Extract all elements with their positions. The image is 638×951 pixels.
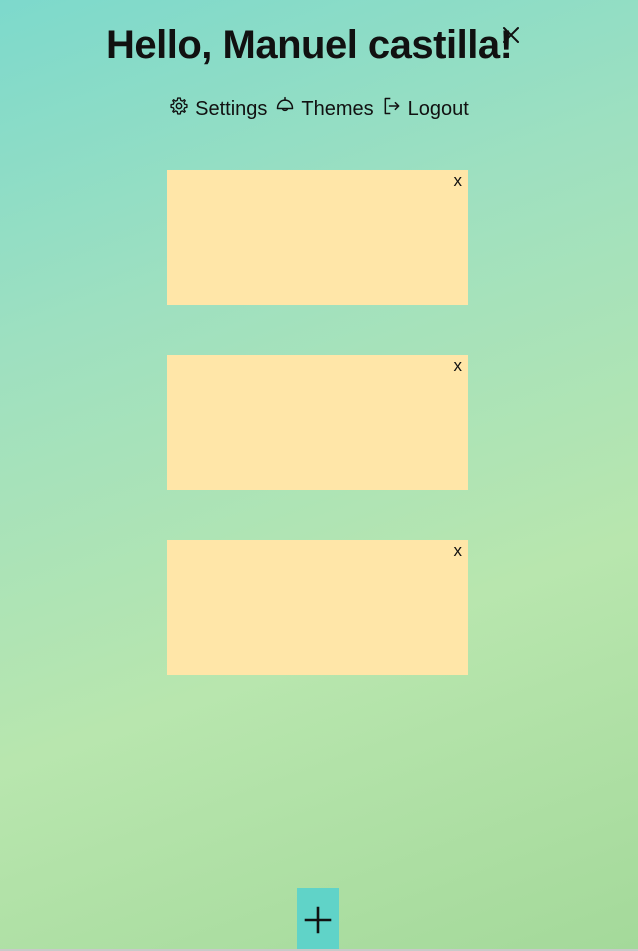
notes-list: x x x	[167, 170, 468, 725]
note-card[interactable]: x	[167, 355, 468, 490]
note-delete-button[interactable]: x	[454, 541, 463, 561]
note-card[interactable]: x	[167, 170, 468, 305]
settings-link[interactable]: Settings	[169, 94, 267, 124]
header: Hello, Manuel castilla!	[0, 18, 638, 74]
themes-label: Themes	[301, 97, 374, 120]
note-card[interactable]: x	[167, 540, 468, 675]
theme-lamp-icon	[277, 96, 294, 112]
themes-link[interactable]: Themes	[275, 94, 374, 124]
add-note-button[interactable]	[297, 888, 339, 951]
settings-label: Settings	[195, 97, 268, 120]
close-icon[interactable]	[500, 24, 522, 46]
user-menu: Settings Themes Logout	[0, 94, 638, 124]
gear-icon	[170, 97, 188, 115]
logout-icon	[384, 97, 400, 115]
greeting-title: Hello, Manuel castilla!	[106, 23, 513, 67]
logout-link[interactable]: Logout	[382, 94, 469, 124]
logout-label: Logout	[407, 97, 469, 120]
plus-icon	[304, 906, 332, 933]
note-delete-button[interactable]: x	[454, 171, 463, 191]
note-delete-button[interactable]: x	[454, 356, 463, 376]
